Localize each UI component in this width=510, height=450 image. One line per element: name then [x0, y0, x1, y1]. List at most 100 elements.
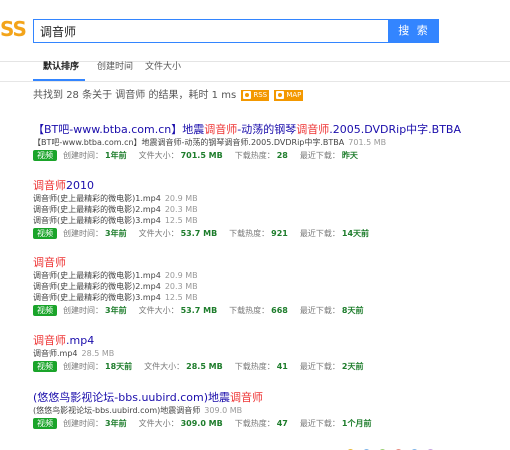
meta-label-created: 创建时间： — [63, 229, 103, 238]
map-icon — [276, 91, 285, 99]
rss-label: RSS — [253, 91, 268, 99]
meta-label-recent: 最近下载： — [299, 229, 340, 238]
title-text: -动荡的钢琴 — [237, 123, 297, 136]
meta-value-created: 1年前 — [105, 151, 127, 160]
meta-value-size: 28.5 MB — [186, 362, 223, 371]
meta-value-size: 701.5 MB — [180, 151, 223, 160]
meta-value-recent: 14天前 — [341, 229, 370, 238]
meta-label-heat: 下载热度： — [234, 419, 275, 428]
file-name: 调音师(史上最精彩的微电影)2.mp4 — [33, 282, 161, 291]
meta-label-size: 文件大小： — [138, 151, 179, 160]
category-badge[interactable]: 视频 — [33, 150, 57, 161]
result-summary: 共找到 28 条关于 调音师 的结果，耗时 1 ms RSS MAP — [33, 89, 304, 103]
meta-label-created: 创建时间： — [63, 362, 103, 371]
meta-label-heat: 下载热度： — [229, 229, 270, 238]
title-text: 2010 — [66, 179, 94, 192]
summary-suffix: 的结果，耗时 — [148, 90, 209, 101]
tab-created-time[interactable]: 创建时间 — [97, 56, 133, 78]
summary-middle: 条关于 — [82, 90, 113, 101]
file-entry: 调音师(史上最精彩的微电影)2.mp4 20.3 MB — [33, 204, 503, 215]
file-name: 调音师.mp4 — [33, 349, 78, 358]
file-size: 20.9 MB — [164, 271, 198, 280]
meta-label-heat: 下载热度： — [229, 306, 270, 315]
meta-value-heat: 28 — [276, 151, 288, 160]
file-name: 调音师(史上最精彩的微电影)1.mp4 — [33, 271, 161, 280]
file-name: 【BT吧-www.btba.com.cn】地震调音师-动荡的钢琴调音师.2005… — [33, 138, 345, 147]
meta-label-heat: 下载热度： — [234, 151, 275, 160]
summary-query: 调音师 — [115, 90, 146, 101]
result-title-link[interactable]: 【BT吧-www.btba.com.cn】地震调音师-动荡的钢琴调音师.2005… — [33, 123, 503, 137]
result-title-link[interactable]: 调音师 — [33, 256, 503, 270]
result-item: (悠悠鸟影视论坛-bbs.uubird.com)地震调音师 (悠悠鸟影视论坛-bb… — [33, 391, 503, 430]
title-keyword: 调音师 — [33, 256, 66, 269]
meta-value-recent: 8天前 — [341, 306, 364, 315]
meta-value-heat: 668 — [271, 306, 288, 315]
category-badge[interactable]: 视频 — [33, 305, 57, 316]
result-item: 调音师 调音师(史上最精彩的微电影)1.mp4 20.9 MB 调音师(史上最精彩的微… — [33, 256, 503, 317]
category-badge[interactable]: 视频 — [33, 228, 57, 239]
file-name: (悠悠鸟影视论坛-bbs.uubird.com)地震调音师 — [33, 406, 201, 415]
title-keyword: 调音师 — [33, 179, 66, 192]
meta-value-size: 53.7 MB — [180, 306, 218, 315]
file-size: 701.5 MB — [348, 138, 387, 147]
meta-value-created: 18天前 — [105, 362, 133, 371]
file-size: 309.0 MB — [204, 406, 243, 415]
result-item: 调音师2010 调音师(史上最精彩的微电影)1.mp4 20.9 MB 调音师(史上最… — [33, 179, 503, 240]
tab-file-size[interactable]: 文件大小 — [145, 56, 181, 78]
search-box — [33, 19, 389, 43]
file-size: 28.5 MB — [81, 349, 115, 358]
meta-value-recent: 昨天 — [341, 151, 358, 160]
meta-label-created: 创建时间： — [63, 419, 103, 428]
search-input[interactable] — [34, 20, 388, 42]
result-meta: 视频 创建时间： 3年前 文件大小： 53.7 MB 下载热度： 668 最近下载： 8天前 — [33, 304, 503, 317]
file-entry: 调音师.mp4 28.5 MB — [33, 348, 503, 359]
meta-label-size: 文件大小： — [138, 306, 179, 315]
result-count: 28 — [66, 90, 79, 101]
file-size: 12.5 MB — [164, 293, 198, 302]
category-badge[interactable]: 视频 — [33, 418, 57, 429]
file-entry: 调音师(史上最精彩的微电影)1.mp4 20.9 MB — [33, 193, 503, 204]
title-text: .mp4 — [66, 334, 95, 347]
meta-label-size: 文件大小： — [138, 229, 179, 238]
file-size: 20.3 MB — [164, 282, 198, 291]
result-meta: 视频 创建时间： 3年前 文件大小： 309.0 MB 下载热度： 47 最近下载： 1个月前 — [33, 417, 503, 430]
file-name: 调音师(史上最精彩的微电影)1.mp4 — [33, 194, 161, 203]
result-title-link[interactable]: 调音师.mp4 — [33, 334, 503, 348]
search-button[interactable]: 搜 索 — [389, 19, 439, 43]
result-meta: 视频 创建时间： 18天前 文件大小： 28.5 MB 下载热度： 41 最近下载： 2天前 — [33, 360, 503, 373]
meta-label-recent: 最近下载： — [299, 419, 340, 428]
result-title-link[interactable]: 调音师2010 — [33, 179, 503, 193]
bottom-status-icons — [347, 441, 507, 450]
file-size: 20.9 MB — [164, 194, 198, 203]
tab-default-sort[interactable]: 默认排序 — [43, 56, 79, 78]
header: SS 搜 索 — [0, 0, 510, 62]
title-text: 【BT吧-www.btba.com.cn】地震 — [33, 123, 205, 136]
category-badge[interactable]: 视频 — [33, 361, 57, 372]
title-text: .2005.DVDRip中字.BTBA — [329, 123, 462, 136]
title-keyword: 调音师 — [296, 123, 330, 136]
result-meta: 视频 创建时间： 1年前 文件大小： 701.5 MB 下载热度： 28 最近下载： 昨天 — [33, 149, 503, 162]
file-entry: 【BT吧-www.btba.com.cn】地震调音师-动荡的钢琴调音师.2005… — [33, 137, 503, 148]
file-entry: 调音师(史上最精彩的微电影)3.mp4 12.5 MB — [33, 215, 503, 226]
summary-prefix: 共找到 — [33, 90, 63, 101]
title-keyword: 调音师 — [33, 334, 66, 347]
meta-label-heat: 下载热度： — [234, 362, 275, 371]
meta-value-heat: 41 — [276, 362, 288, 371]
meta-label-created: 创建时间： — [63, 151, 103, 160]
meta-value-created: 3年前 — [105, 419, 127, 428]
site-logo[interactable]: SS — [0, 19, 30, 39]
file-size: 20.3 MB — [164, 205, 198, 214]
meta-label-recent: 最近下载： — [299, 306, 340, 315]
rss-badge[interactable]: RSS — [241, 90, 270, 101]
map-badge[interactable]: MAP — [274, 90, 304, 101]
file-entry: (悠悠鸟影视论坛-bbs.uubird.com)地震调音师 309.0 MB — [33, 405, 503, 416]
meta-value-size: 53.7 MB — [180, 229, 218, 238]
file-entry: 调音师(史上最精彩的微电影)3.mp4 12.5 MB — [33, 292, 503, 303]
meta-label-recent: 最近下载： — [299, 151, 340, 160]
tabs-divider — [0, 81, 510, 82]
rss-icon — [243, 91, 252, 99]
meta-value-recent: 2天前 — [341, 362, 364, 371]
title-text: (悠悠鸟影视论坛-bbs.uubird.com)地震 — [33, 391, 231, 404]
result-title-link[interactable]: (悠悠鸟影视论坛-bbs.uubird.com)地震调音师 — [33, 391, 503, 405]
meta-value-recent: 1个月前 — [341, 419, 372, 428]
